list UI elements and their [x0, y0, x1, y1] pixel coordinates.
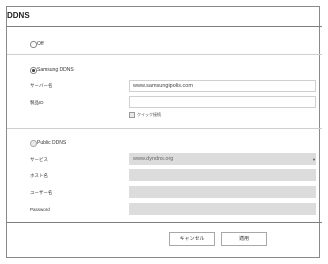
host-name-field[interactable] [129, 169, 316, 181]
password-field[interactable] [129, 203, 316, 215]
samsung-ddns-label: Samsung DDNS [37, 67, 74, 73]
divider [7, 222, 322, 223]
chevron-down-icon: ▼ [312, 157, 316, 162]
divider [7, 54, 322, 55]
quick-connect-label: クイック接続 [137, 112, 161, 117]
service-select[interactable]: www.dyndns.org [129, 153, 316, 165]
host-name-label: ホスト名 [30, 173, 48, 178]
username-field[interactable] [129, 186, 316, 198]
apply-button[interactable]: 適用 [221, 232, 267, 246]
ddns-panel [6, 6, 320, 258]
samsung-ddns-radio[interactable] [30, 67, 37, 74]
divider [7, 128, 322, 129]
divider [7, 26, 322, 27]
off-radio[interactable] [30, 41, 37, 48]
cancel-button[interactable]: キャンセル [169, 232, 215, 246]
public-ddns-label: Public DDNS [37, 140, 67, 146]
server-name-label: サーバー名 [30, 83, 53, 88]
service-label: サービス [30, 157, 48, 162]
product-id-label: 製品ID [30, 100, 44, 105]
password-label: Password [30, 207, 50, 212]
product-id-field[interactable] [129, 96, 316, 108]
username-label: ユーザー名 [30, 190, 53, 195]
panel-title: DDNS [7, 11, 30, 20]
public-ddns-radio[interactable] [30, 140, 37, 147]
server-name-field[interactable]: www.samsungipolis.com [129, 80, 316, 92]
off-label: Off [37, 41, 44, 47]
quick-connect-checkbox[interactable] [129, 112, 135, 118]
